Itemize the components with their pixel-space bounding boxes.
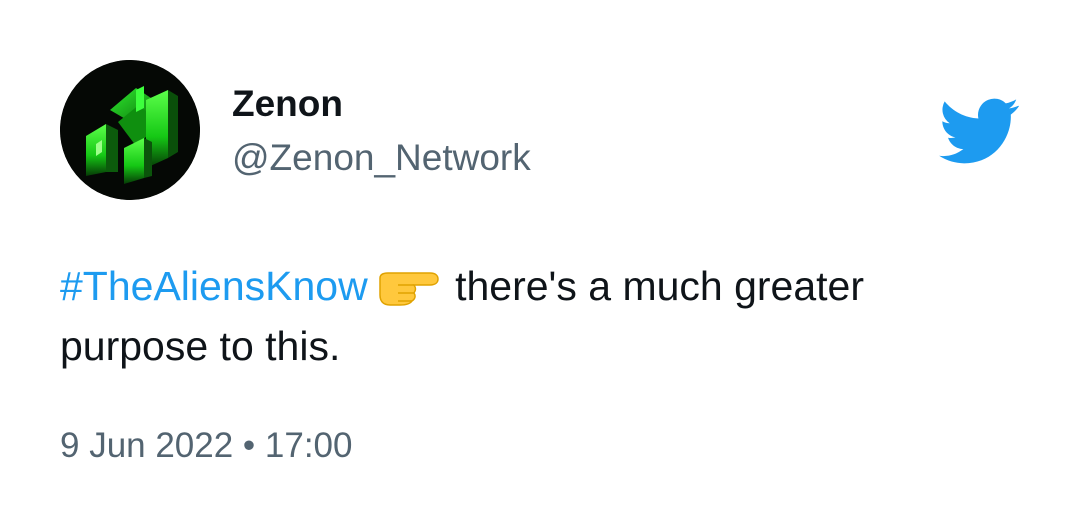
tweet-text: #TheAliensKnow there's a much greater pu… bbox=[60, 256, 1020, 376]
backhand-index-pointing-right-icon bbox=[378, 272, 439, 306]
zenon-logo-icon bbox=[60, 60, 200, 200]
user-handle[interactable]: @Zenon_Network bbox=[232, 136, 531, 180]
avatar[interactable] bbox=[60, 60, 200, 200]
timestamp[interactable]: 9 Jun 2022 • 17:00 bbox=[60, 424, 353, 468]
hashtag-link[interactable]: #TheAliensKnow bbox=[60, 263, 368, 309]
tweet-card: Zenon @Zenon_Network #TheAliensKnow ther… bbox=[0, 0, 1080, 526]
display-name[interactable]: Zenon bbox=[232, 82, 343, 126]
twitter-bird-icon[interactable] bbox=[938, 98, 1020, 164]
